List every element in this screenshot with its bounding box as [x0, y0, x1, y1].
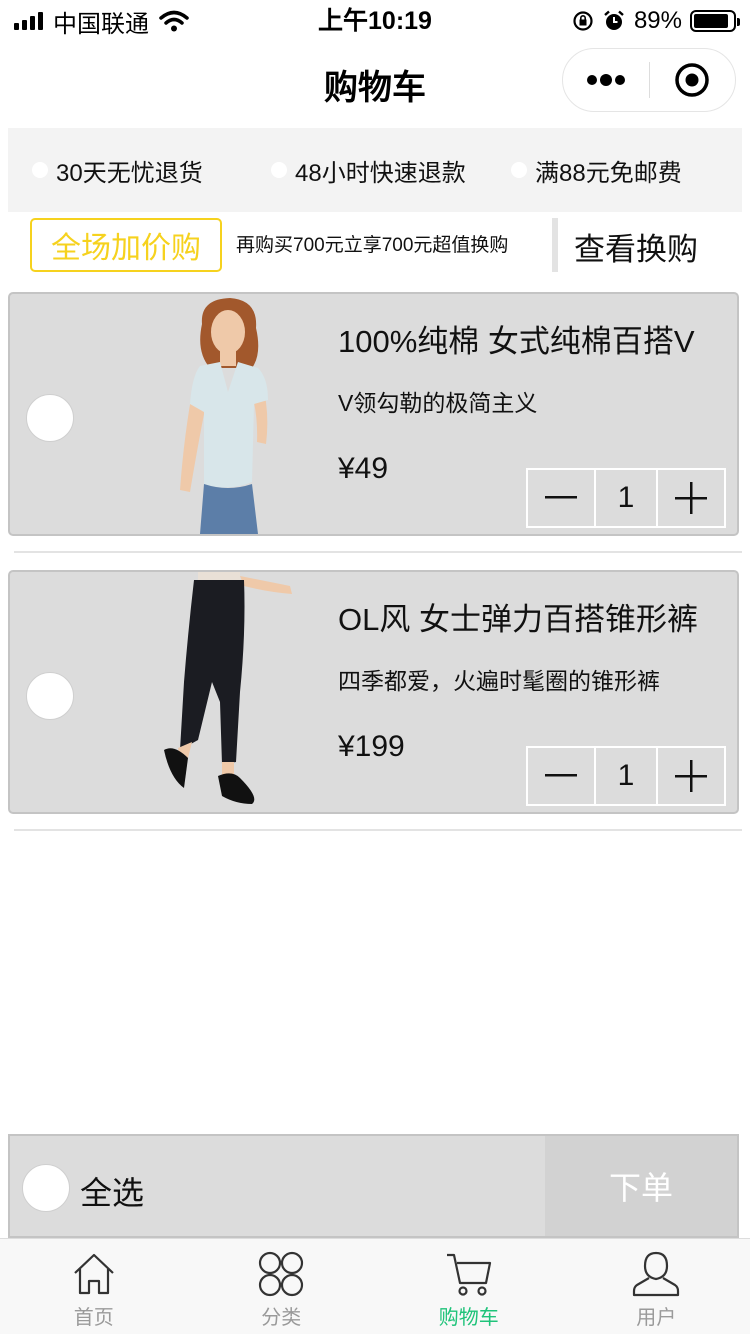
cart-icon	[446, 1253, 491, 1296]
promo-tag: 全场加价购	[30, 218, 222, 272]
battery-icon	[690, 10, 740, 32]
battery-fill	[694, 14, 728, 28]
guarantee-item: 30天无忧退货	[32, 153, 203, 188]
status-right: 89%	[572, 6, 740, 36]
item-desc: 四季都爱，火遍时髦圈的锥形裤	[338, 668, 660, 694]
guarantee-item: 满88元免邮费	[511, 153, 682, 188]
guarantee-label: 满88元免邮费	[535, 159, 682, 187]
cart-item: 100%纯棉 女式纯棉百搭V V领勾勒的极简主义 ¥49 1	[8, 292, 739, 536]
more-dots-icon	[586, 74, 625, 86]
promo-row: 全场加价购 再购买700元立享700元超值换购 查看换购	[0, 212, 750, 278]
order-button[interactable]: 下单	[545, 1136, 737, 1236]
white-vneck-tshirt-photo[interactable]	[140, 294, 320, 534]
plus-icon	[675, 482, 707, 514]
more-button[interactable]	[563, 49, 649, 111]
tab-category[interactable]: 分类	[188, 1239, 376, 1334]
item-price: ¥199	[338, 730, 405, 763]
status-bar: 中国联通 上午10:19 89%	[0, 0, 750, 42]
checkout-bar: 全选 下单	[8, 1134, 739, 1238]
bullet-dot-icon	[32, 162, 48, 178]
close-button[interactable]	[650, 49, 736, 111]
battery-percent: 89%	[633, 7, 682, 34]
tab-label: 分类	[261, 1307, 302, 1329]
tab-label: 用户	[636, 1307, 677, 1329]
user-icon	[633, 1251, 680, 1297]
tab-home[interactable]: 首页	[0, 1239, 188, 1334]
plus-icon	[675, 760, 707, 792]
increase-button[interactable]	[658, 470, 724, 526]
promo-separator	[552, 218, 558, 272]
orientation-lock-icon	[573, 11, 593, 31]
bullet-dot-icon	[511, 162, 527, 178]
cart-item: OL风 女士弹力百搭锥形裤 四季都爱，火遍时髦圈的锥形裤 ¥199 1	[8, 570, 739, 814]
tab-bar: 首页 分类 购物车 用户	[0, 1238, 750, 1334]
item-desc: V领勾勒的极简主义	[338, 390, 538, 416]
quantity-value[interactable]: 1	[594, 748, 658, 804]
quantity-stepper: 1	[526, 468, 726, 528]
item-select-radio[interactable]	[26, 394, 74, 442]
guarantee-label: 48小时快速退款	[295, 159, 466, 187]
item-select-radio[interactable]	[26, 672, 74, 720]
view-exchange-link[interactable]: 查看换购	[574, 224, 698, 269]
quantity-value[interactable]: 1	[594, 470, 658, 526]
item-divider	[14, 551, 742, 553]
item-price: ¥49	[338, 452, 389, 485]
item-divider	[14, 829, 742, 831]
navigation-bar: 购物车	[0, 42, 750, 122]
tab-user[interactable]: 用户	[563, 1239, 750, 1334]
target-close-icon	[675, 63, 709, 97]
decrease-button[interactable]	[528, 748, 594, 804]
bullet-dot-icon	[271, 162, 287, 178]
item-title: 100%纯棉 女式纯棉百搭V	[338, 324, 695, 359]
guarantee-item: 48小时快速退款	[271, 153, 466, 188]
minus-icon	[545, 496, 577, 499]
guarantee-strip: 30天无忧退货 48小时快速退款 满88元免邮费	[8, 128, 742, 212]
mini-program-capsule	[562, 48, 736, 112]
select-all-radio[interactable]	[22, 1164, 70, 1212]
decrease-button[interactable]	[528, 470, 594, 526]
tab-label: 首页	[73, 1307, 114, 1329]
item-title: OL风 女士弹力百搭锥形裤	[338, 602, 698, 637]
tab-label: 购物车	[438, 1307, 499, 1329]
black-tapered-pants-photo[interactable]	[140, 572, 320, 812]
select-all-label[interactable]: 全选	[80, 1168, 144, 1214]
guarantee-label: 30天无忧退货	[56, 159, 203, 187]
increase-button[interactable]	[658, 748, 724, 804]
category-icon	[259, 1251, 304, 1297]
tab-cart[interactable]: 购物车	[375, 1239, 563, 1334]
minus-icon	[545, 774, 577, 777]
promo-text: 再购买700元立享700元超值换购	[236, 235, 509, 256]
alarm-icon	[604, 10, 624, 30]
home-icon	[73, 1253, 114, 1295]
quantity-stepper: 1	[526, 746, 726, 806]
